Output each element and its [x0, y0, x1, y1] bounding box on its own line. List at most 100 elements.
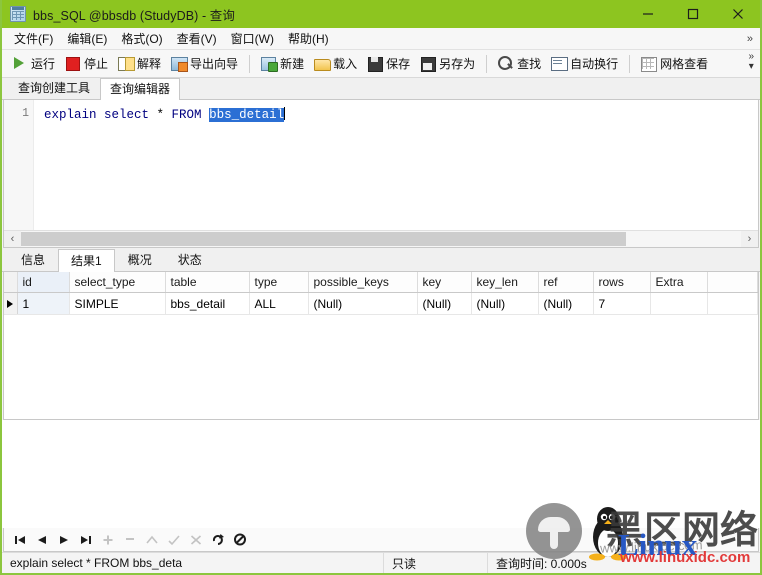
find-label: 查找 — [517, 57, 542, 71]
sql-editor-body: 1 explain select * FROM bbs_detail — [4, 100, 758, 230]
sql-editor-panel: 1 explain select * FROM bbs_detail ‹ › — [3, 100, 759, 248]
menu-bar: 文件(F) 编辑(E) 格式(O) 查看(V) 窗口(W) 帮助(H) » — [2, 28, 760, 50]
first-record-button[interactable] — [10, 530, 30, 550]
cell-possible-keys[interactable]: (Null) — [308, 292, 418, 315]
cell-key-len[interactable]: (Null) — [471, 292, 539, 315]
cell-table[interactable]: bbs_detail — [165, 292, 250, 315]
column-header-select-type[interactable]: select_type — [69, 272, 166, 293]
toolbar-overflow[interactable]: » ▾ — [748, 52, 754, 72]
explain-button[interactable]: 解释 — [113, 53, 166, 74]
stop-button[interactable]: 停止 — [60, 53, 113, 74]
menu-file[interactable]: 文件(F) — [7, 28, 60, 49]
tab-info[interactable]: 信息 — [8, 248, 58, 271]
menu-overflow-chevron-icon[interactable]: » — [747, 33, 753, 45]
cell-select-type[interactable]: SIMPLE — [69, 292, 166, 315]
new-icon — [261, 56, 279, 72]
save-button[interactable]: 保存 — [362, 53, 415, 74]
cell-ref[interactable]: (Null) — [538, 292, 594, 315]
grid-view-button[interactable]: 网格查看 — [636, 53, 713, 74]
menu-format[interactable]: 格式(O) — [114, 28, 169, 49]
edit-record-button[interactable] — [142, 530, 162, 550]
editor-horizontal-scrollbar[interactable]: ‹ › — [4, 230, 758, 247]
result-grid[interactable]: id select_type table type possible_keys … — [3, 272, 759, 420]
load-icon — [314, 56, 332, 71]
main-toolbar: 运行 停止 解释 导出向导 新建 载入 保存 另存为 查找 自动换行 网格查看 … — [2, 50, 760, 78]
load-button[interactable]: 载入 — [309, 53, 362, 74]
cell-key[interactable]: (Null) — [417, 292, 472, 315]
word-wrap-button[interactable]: 自动换行 — [546, 53, 623, 74]
run-button[interactable]: 运行 — [7, 53, 60, 74]
scrollbar-thumb[interactable] — [21, 232, 626, 246]
cell-rows[interactable]: 7 — [593, 292, 651, 315]
cancel-change-button[interactable] — [186, 530, 206, 550]
save-icon — [367, 56, 384, 72]
status-query-time: 查询时间: 0.000s — [496, 556, 587, 571]
tab-result1[interactable]: 结果1 — [58, 249, 115, 272]
column-header-type[interactable]: type — [249, 272, 309, 293]
cell-id[interactable]: 1 — [17, 292, 70, 315]
cell-extra[interactable] — [650, 292, 708, 315]
column-header-possible-keys[interactable]: possible_keys — [308, 272, 418, 293]
window-controls — [625, 0, 760, 28]
export-wizard-button[interactable]: 导出向导 — [166, 53, 243, 74]
tab-query-builder[interactable]: 查询创建工具 — [8, 77, 100, 99]
result-tab-bar: 信息 结果1 概况 状态 — [2, 248, 760, 272]
cell-type[interactable]: ALL — [249, 292, 309, 315]
delete-record-button[interactable] — [120, 530, 140, 550]
add-record-button[interactable] — [98, 530, 118, 550]
next-record-button[interactable] — [54, 530, 74, 550]
toolbar-separator-3 — [629, 54, 631, 73]
column-header-id[interactable]: id — [17, 272, 70, 293]
refresh-button[interactable] — [208, 530, 228, 550]
column-header-filler — [707, 272, 758, 293]
new-button[interactable]: 新建 — [256, 53, 309, 74]
menu-edit[interactable]: 编辑(E) — [60, 28, 114, 49]
scroll-right-arrow-icon[interactable]: › — [741, 231, 758, 247]
sql-star: * — [156, 108, 165, 122]
column-header-rows[interactable]: rows — [593, 272, 651, 293]
menu-window[interactable]: 窗口(W) — [224, 28, 281, 49]
save-as-button[interactable]: 另存为 — [415, 53, 480, 74]
apply-change-button[interactable] — [164, 530, 184, 550]
close-button[interactable] — [715, 0, 760, 28]
scrollbar-track[interactable] — [21, 231, 741, 247]
minimize-button[interactable] — [625, 0, 670, 28]
grid-view-icon — [641, 56, 658, 72]
scroll-left-arrow-icon[interactable]: ‹ — [4, 231, 21, 247]
cell-filler — [707, 292, 758, 315]
explain-icon — [118, 56, 136, 71]
tab-profile[interactable]: 概况 — [115, 248, 165, 271]
column-header-key[interactable]: key — [417, 272, 472, 293]
line-number-gutter: 1 — [4, 100, 34, 230]
menu-help[interactable]: 帮助(H) — [281, 28, 336, 49]
query-window: bbs_SQL @bbsdb (StudyDB) - 查询 文件(F) 编辑(E… — [0, 0, 762, 575]
stop-icon — [65, 56, 81, 71]
load-label: 载入 — [333, 57, 358, 71]
export-wizard-icon — [171, 56, 189, 72]
row-selector-header — [4, 272, 18, 293]
save-label: 保存 — [386, 57, 411, 71]
previous-record-button[interactable] — [32, 530, 52, 550]
stop-loading-button[interactable] — [230, 530, 250, 550]
maximize-button[interactable] — [670, 0, 715, 28]
table-row[interactable]: 1 SIMPLE bbs_detail ALL (Null) (Null) (N… — [4, 292, 758, 315]
sql-code-area[interactable]: explain select * FROM bbs_detail — [34, 100, 758, 230]
grid-view-label: 网格查看 — [660, 57, 709, 71]
column-header-key-len[interactable]: key_len — [471, 272, 539, 293]
toolbar-separator — [249, 54, 251, 73]
search-icon — [498, 56, 513, 71]
column-header-ref[interactable]: ref — [538, 272, 594, 293]
save-as-label: 另存为 — [439, 57, 476, 71]
stop-label: 停止 — [84, 57, 109, 71]
find-button[interactable]: 查找 — [493, 53, 546, 74]
menu-view[interactable]: 查看(V) — [170, 28, 224, 49]
tab-status[interactable]: 状态 — [165, 248, 215, 271]
window-title: bbs_SQL @bbsdb (StudyDB) - 查询 — [33, 8, 236, 23]
sql-from-keyword: FROM — [164, 108, 210, 122]
column-header-extra[interactable]: Extra — [650, 272, 708, 293]
tab-query-editor[interactable]: 查询编辑器 — [100, 78, 181, 100]
line-number: 1 — [22, 107, 29, 120]
status-mode: 只读 — [384, 553, 488, 573]
last-record-button[interactable] — [76, 530, 96, 550]
column-header-table[interactable]: table — [165, 272, 250, 293]
